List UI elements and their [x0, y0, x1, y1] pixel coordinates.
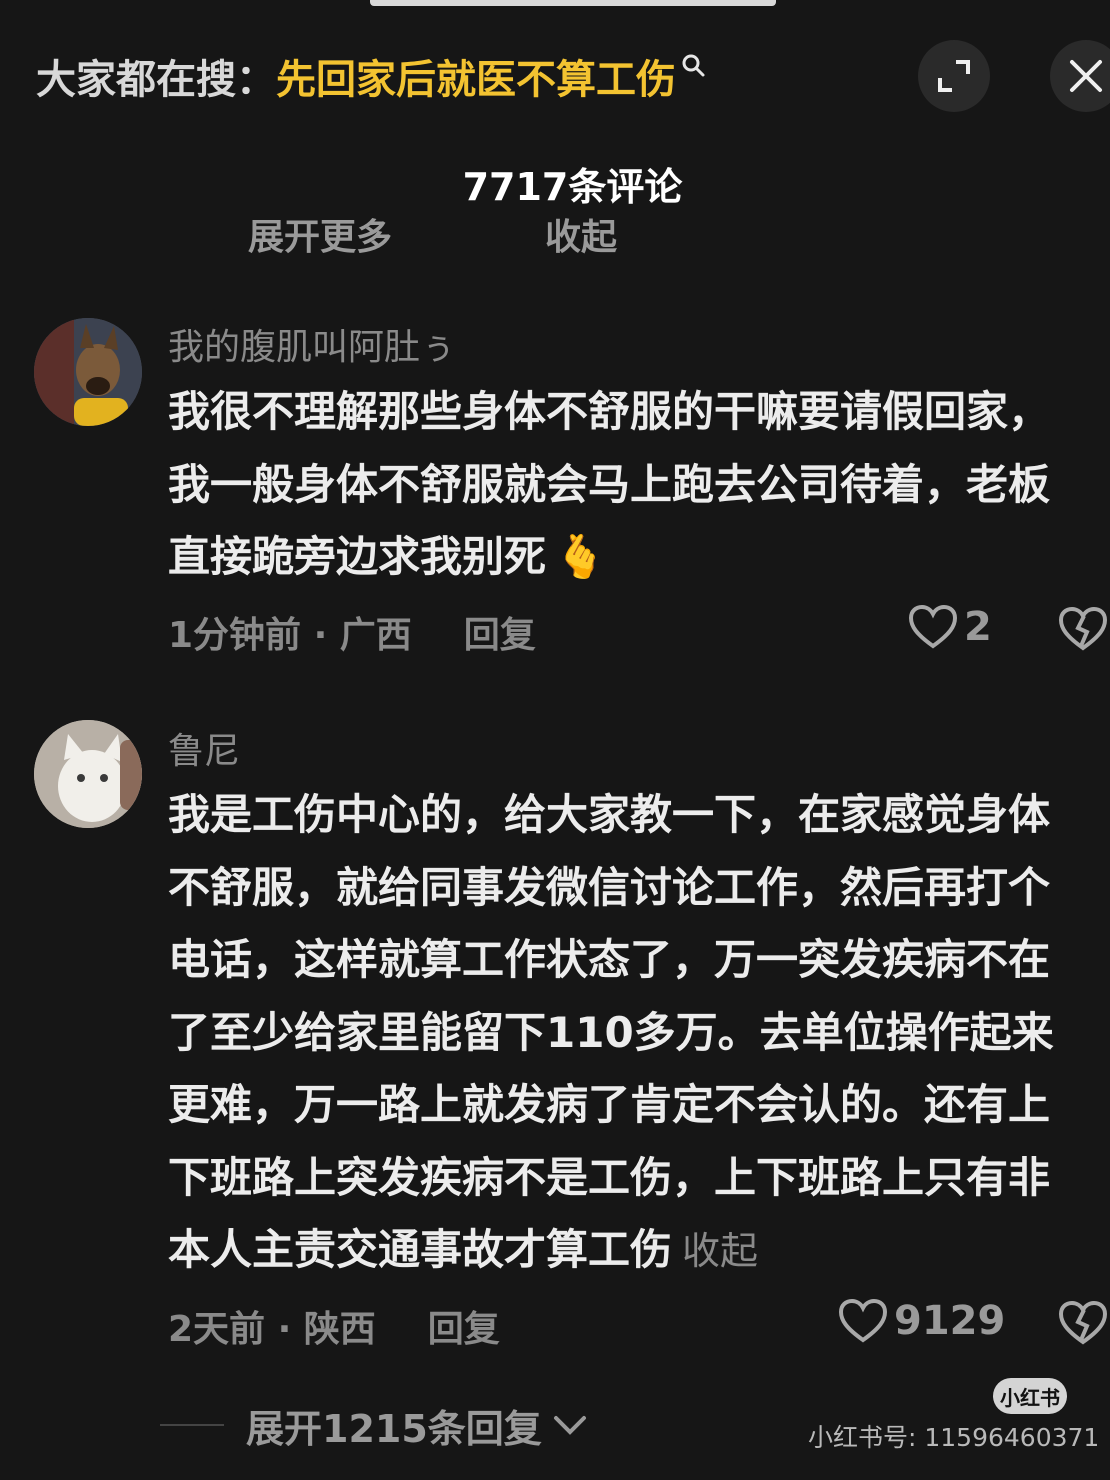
xiaohongshu-logo: 小红书 — [993, 1378, 1067, 1414]
fullscreen-button[interactable] — [918, 40, 990, 112]
expand-icon — [938, 60, 970, 92]
chevron-down-icon — [553, 1416, 586, 1435]
comment-meta: 1分钟前 · 广西 回复 — [168, 606, 536, 658]
watermark-account-id: 小红书号: 11596460371 — [808, 1423, 1100, 1452]
dislike-heart-icon[interactable] — [1058, 1300, 1108, 1346]
comment-meta: 2天前 · 陕西 回复 — [168, 1300, 500, 1352]
collapse-link[interactable]: 收起 — [682, 1229, 758, 1273]
comment-time-location: 2天前 · 陕西 — [168, 1309, 376, 1350]
like-button[interactable]: 9129 — [838, 1298, 1005, 1344]
clipped-controls-row: 展开更多 收起 — [0, 216, 1110, 256]
avatar[interactable] — [34, 318, 142, 426]
clipped-expand-more-link[interactable]: 展开更多 — [248, 216, 392, 256]
heart-icon — [838, 1298, 888, 1343]
search-suggestion-bar[interactable]: 大家都在搜： 先回家后就医不算工伤 — [36, 46, 706, 106]
comment-username[interactable]: 我的腹肌叫阿肚ぅ — [168, 318, 456, 370]
comment-text: 我很不理解那些身体不舒服的干嘛要请假回家，我一般身体不舒服就会马上跑去公司待着，… — [168, 376, 1078, 594]
expand-replies-label: 展开1215条回复 — [246, 1406, 542, 1451]
clipped-collapse-link[interactable]: 收起 — [545, 216, 617, 256]
reply-button[interactable]: 回复 — [428, 1309, 500, 1350]
search-term[interactable]: 先回家后就医不算工伤 — [276, 47, 676, 105]
divider-line — [160, 1424, 224, 1426]
top-image-strip — [370, 0, 776, 6]
comment-text: 我是工伤中心的，给大家教一下，在家感觉身体不舒服，就给同事发微信讨论工作，然后再… — [168, 779, 1078, 1288]
search-icon — [682, 54, 705, 77]
comment-username[interactable]: 鲁尼 — [168, 722, 240, 774]
search-prefix: 大家都在搜： — [36, 57, 276, 103]
comment-time-location: 1分钟前 · 广西 — [168, 615, 412, 656]
expand-replies-button[interactable]: 展开1215条回复 — [160, 1400, 588, 1451]
heart-icon — [908, 604, 958, 649]
dislike-heart-icon[interactable] — [1058, 606, 1108, 652]
like-count: 2 — [964, 604, 992, 650]
reply-button[interactable]: 回复 — [464, 615, 536, 656]
avatar[interactable] — [34, 720, 142, 828]
dog-avatar-image — [34, 318, 142, 426]
like-button[interactable]: 2 — [908, 604, 992, 650]
like-count: 9129 — [894, 1298, 1006, 1344]
close-button[interactable] — [1050, 40, 1110, 112]
comment-text-content: 我是工伤中心的，给大家教一下，在家感觉身体不舒服，就给同事发微信讨论工作，然后再… — [168, 790, 1054, 1274]
cat-avatar-image — [34, 720, 142, 828]
close-icon — [1070, 60, 1102, 92]
finger-heart-emoji: 🫰 — [554, 532, 607, 581]
comment-text-content: 我很不理解那些身体不舒服的干嘛要请假回家，我一般身体不舒服就会马上跑去公司待着，… — [168, 387, 1051, 581]
comment-count-title: 7717条评论 — [462, 165, 683, 209]
